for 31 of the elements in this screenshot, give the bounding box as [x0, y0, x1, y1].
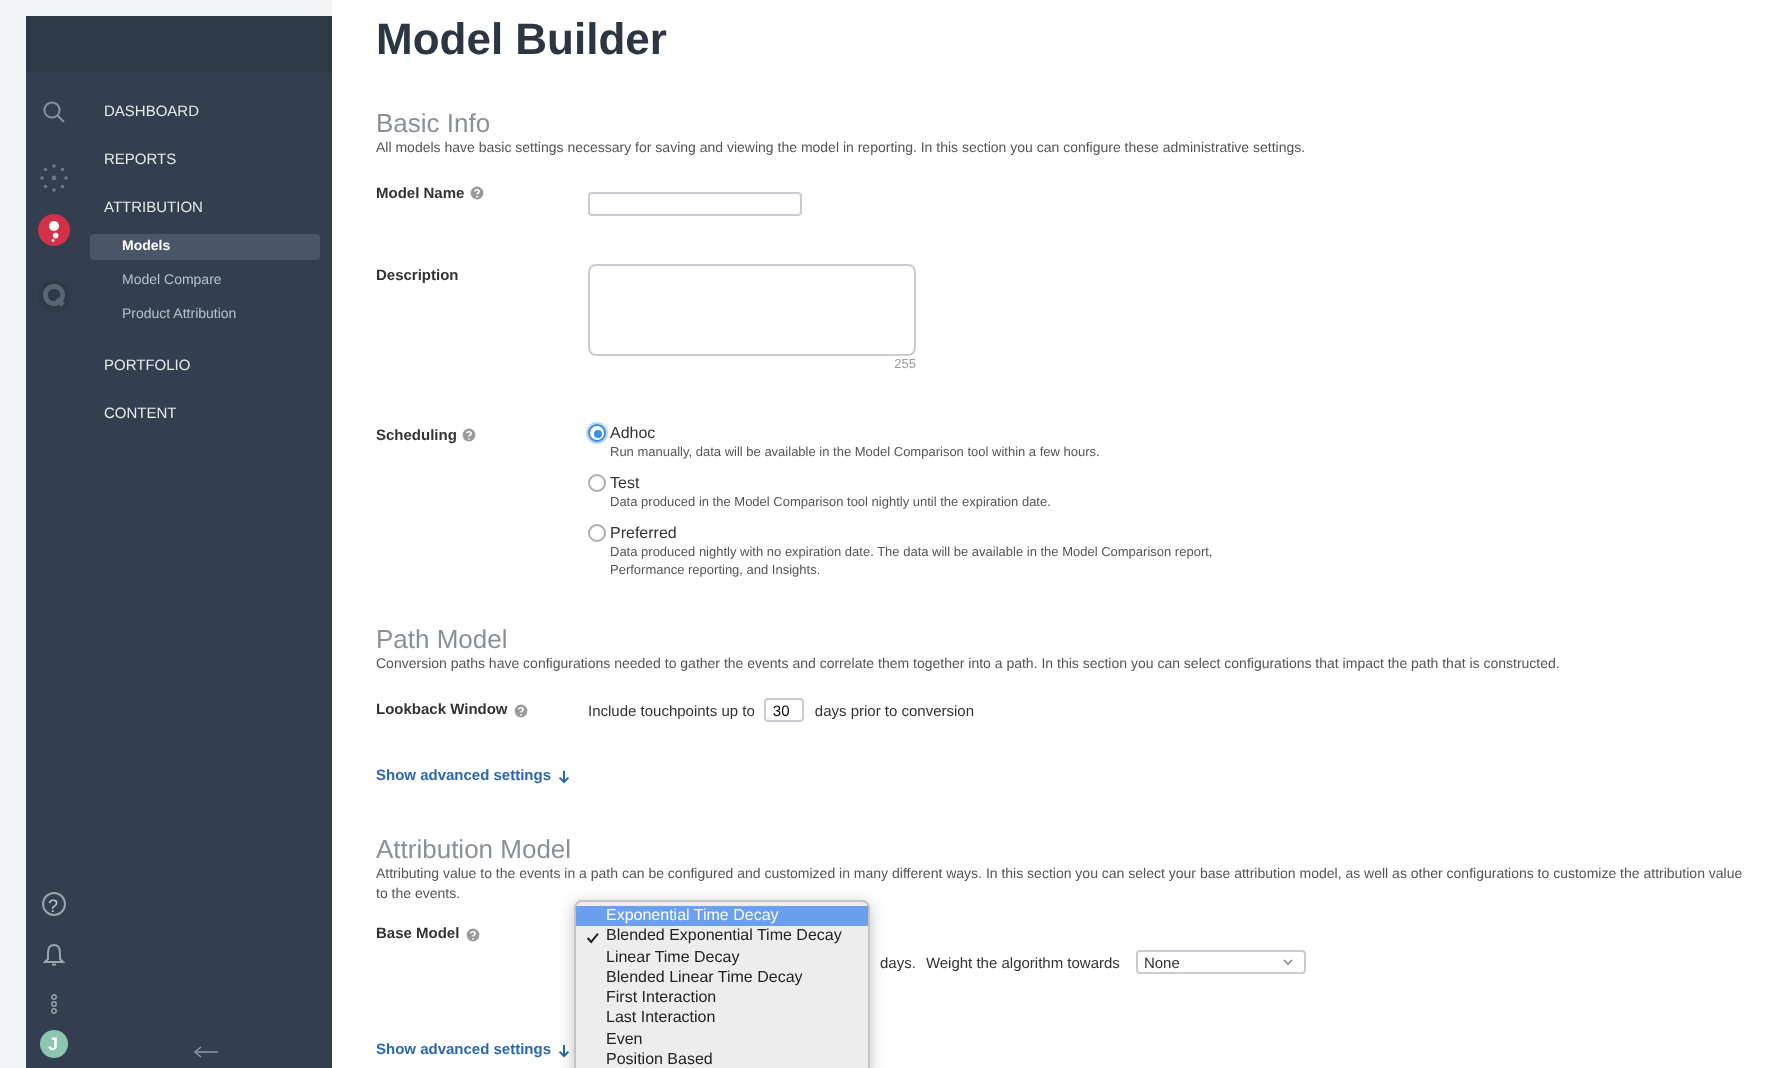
check-icon	[586, 932, 600, 945]
option-label: Test	[610, 473, 642, 493]
exclamation-icon	[37, 214, 69, 246]
dropdown-option[interactable]: Position Based	[576, 1050, 868, 1068]
dropdown-option[interactable]: Linear Time Decay	[576, 947, 868, 968]
dropdown-option[interactable]: First Interaction	[576, 988, 868, 1009]
dropdown-option[interactable]: Even	[576, 1029, 868, 1051]
dropdown-option[interactable]: Blended Exponential Time Decay	[576, 926, 868, 948]
dropdown-option[interactable]: Last Interaction	[576, 1008, 868, 1030]
text-field[interactable]	[588, 192, 802, 216]
section-title: Path Model	[376, 623, 510, 653]
down-arrow-icon	[557, 1043, 570, 1057]
option-label: Adhoc	[610, 423, 658, 443]
option-label: Preferred	[610, 523, 679, 543]
description-field[interactable]	[588, 263, 916, 355]
radio-button[interactable]	[588, 524, 606, 542]
down-arrow-icon	[557, 769, 570, 783]
bell-icon	[41, 942, 65, 966]
radio-button[interactable]	[588, 424, 606, 442]
dropdown-option[interactable]: Blended Linear Time Decay	[576, 967, 868, 989]
search-icon	[41, 100, 65, 124]
q-circle-icon	[37, 280, 69, 312]
radio-button[interactable]	[588, 474, 606, 492]
caret-icon	[1281, 958, 1294, 966]
help-button[interactable]: ?	[41, 892, 65, 916]
page-title: Model Builder	[376, 16, 669, 64]
section-title: Basic Info	[376, 108, 493, 138]
dotted-circle-icon	[37, 162, 69, 194]
section-title: Attribution Model	[376, 834, 574, 864]
more-icon	[47, 994, 59, 1014]
collapse-arrow-icon[interactable]	[192, 1044, 220, 1060]
